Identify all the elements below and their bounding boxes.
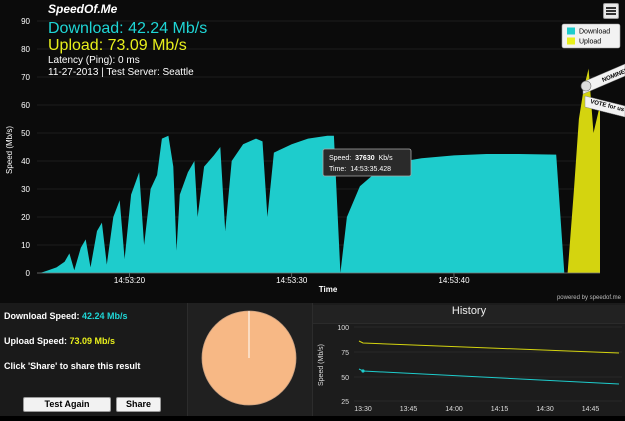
y-tick-label: 10: [21, 241, 30, 250]
result-download: Download Speed: 42.24 Mb/s: [4, 311, 128, 321]
history-x-tick: 14:00: [445, 406, 463, 413]
history-x-tick: 14:45: [582, 406, 600, 413]
powered-by: powered by speedof.me: [557, 295, 622, 301]
date-server-text: 11-27-2013 | Test Server: Seattle: [48, 67, 194, 78]
y-tick-label: 70: [21, 73, 30, 82]
download-label: Download:: [48, 20, 124, 37]
chart-legend: Download Upload: [561, 23, 621, 49]
history-x-tick: 13:45: [400, 406, 418, 413]
download-readout: Download: 42.24 Mb/s: [48, 21, 207, 37]
speed-tooltip: Speed: 37630 Kb/s Time: 14:53:35.428: [322, 148, 412, 177]
history-chart: Speed (Mb/s) 100 75 50 25 13:30 13:45 14:00 14…: [318, 325, 622, 413]
x-tick-label: 14:53:30: [276, 276, 308, 285]
upload-label: Upload:: [48, 37, 104, 54]
x-axis-label: Time: [319, 285, 338, 294]
tooltip-speed-unit: Kb/s: [379, 155, 394, 162]
svg-text:Time: 14:53:35.428: Time: 14:53:35.428: [329, 166, 391, 173]
y-tick-label: 80: [21, 45, 30, 54]
menu-icon[interactable]: [603, 3, 619, 19]
y-tick-label: 20: [21, 213, 30, 222]
results-area: Download Speed: 42.24 Mb/s Upload Speed:…: [0, 303, 625, 416]
speedtest-app: 0 10 20 30 40 50 60 70 80 90 14:53:20 14:53:30 14:5…: [0, 0, 625, 416]
download-value: 42.24 Mb/s: [128, 20, 208, 37]
history-download-point[interactable]: [361, 369, 365, 373]
tooltip-speed-label: Speed:: [329, 155, 351, 162]
history-y-tick: 50: [341, 375, 349, 382]
result-upload-value: 73.09 Mb/s: [69, 336, 116, 346]
history-y-tick: 75: [341, 350, 349, 357]
history-x-tick: 14:15: [491, 406, 509, 413]
result-download-label: Download Speed:: [4, 311, 80, 321]
tooltip-time-label: Time:: [329, 166, 346, 173]
share-button[interactable]: Share: [116, 397, 161, 412]
history-x-tick: 13:30: [354, 406, 372, 413]
result-upload-label: Upload Speed:: [4, 336, 68, 346]
results-panel: Download Speed: 42.24 Mb/s Upload Speed:…: [0, 303, 188, 416]
top-bar: SpeedOf.Me: [0, 0, 625, 20]
result-upload: Upload Speed: 73.09 Mb/s: [4, 336, 115, 346]
legend-swatch-upload: [567, 37, 575, 45]
result-download-value: 42.24 Mb/s: [82, 311, 128, 321]
y-tick-label: 40: [21, 157, 30, 166]
x-tick-label: 14:53:20: [114, 276, 146, 285]
y-tick-label: 30: [21, 185, 30, 194]
current-stats: Download: 42.24 Mb/s Upload: 73.09 Mb/s …: [48, 20, 207, 79]
svg-text:Speed: 37630 K: Speed: 37630 Kb/s: [329, 155, 393, 162]
history-y-tick: 100: [337, 325, 349, 332]
legend-swatch-download: [567, 27, 575, 35]
legend-upload: Upload: [579, 39, 601, 46]
latency-text: Latency (Ping): 0 ms: [48, 55, 140, 66]
y-tick-label: 50: [21, 129, 30, 138]
y-tick-label: 0: [26, 269, 31, 278]
history-y-label: Speed (Mb/s): [318, 344, 325, 386]
history-x-tick: 14:30: [536, 406, 554, 413]
upload-readout: Upload: 73.09 Mb/s: [48, 38, 207, 54]
history-y-tick: 25: [341, 399, 349, 406]
share-hint: Click 'Share' to share this result: [4, 361, 141, 371]
upload-value: 73.09 Mb/s: [107, 37, 187, 54]
history-panel: History Speed (Mb/s) 100 75 50 25 13:30 13:4…: [313, 303, 625, 416]
test-again-button[interactable]: Test Again: [23, 397, 111, 412]
legend-download: Download: [579, 29, 610, 36]
tooltip-time-value: 14:53:35.428: [350, 166, 391, 173]
result-pie: [201, 310, 297, 406]
x-tick-label: 14:53:40: [438, 276, 470, 285]
tooltip-speed-value: 37630: [355, 155, 375, 162]
y-axis-label: Speed (Mb/s): [5, 126, 14, 174]
app-brand: SpeedOf.Me: [48, 2, 118, 16]
pie-panel: [188, 303, 313, 416]
y-tick-label: 60: [21, 101, 30, 110]
